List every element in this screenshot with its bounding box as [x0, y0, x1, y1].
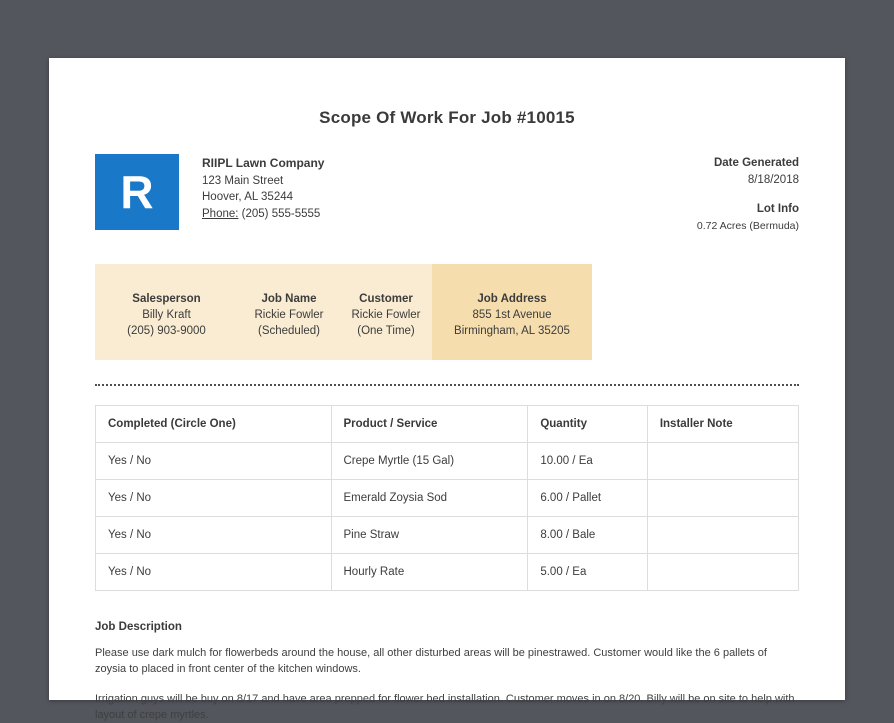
table-header-row: Completed (Circle One) Product / Service… [95, 405, 800, 443]
table-row: Yes / No Crepe Myrtle (15 Gal) 10.00 / E… [95, 442, 800, 480]
company-name: RIIPL Lawn Company [202, 156, 325, 170]
company-logo-letter: R [120, 166, 154, 218]
cell-installer-note [646, 442, 800, 480]
job-description-paragraph-1: Please use dark mulch for flowerbeds aro… [95, 647, 767, 675]
company-phone-line: Phone: (205) 555-5555 [202, 206, 324, 223]
summary-salesperson-label: Salesperson [132, 293, 201, 305]
summary-job-address-line1: 855 1st Avenue [472, 309, 552, 321]
header-product-service: Product / Service [330, 405, 529, 443]
job-description-heading: Job Description [95, 621, 182, 633]
cell-product: Emerald Zoysia Sod [330, 479, 529, 517]
summary-salesperson: Salesperson Billy Kraft (205) 903-9000 [95, 264, 238, 360]
company-address-line2: Hoover, AL 35244 [202, 191, 294, 203]
table-row: Yes / No Pine Straw 8.00 / Bale [95, 516, 800, 554]
cell-quantity: 10.00 / Ea [527, 442, 648, 480]
cell-installer-note [646, 516, 800, 554]
dotted-divider [95, 384, 799, 386]
date-generated-label: Date Generated [713, 157, 799, 169]
header-completed: Completed (Circle One) [95, 405, 332, 443]
document-page: Scope Of Work For Job #10015 R RIIPL Law… [49, 58, 845, 721]
table-row: Yes / No Emerald Zoysia Sod 6.00 / Palle… [95, 479, 800, 517]
company-logo: R [95, 154, 179, 230]
company-info: RIIPL Lawn Company 123 Main Street Hoove… [202, 154, 324, 234]
summary-job-address-line2: Birmingham, AL 35205 [454, 325, 570, 337]
cell-quantity: 8.00 / Bale [527, 516, 648, 554]
summary-customer-line1: Rickie Fowler [351, 309, 421, 321]
summary-salesperson-line1: Billy Kraft [142, 309, 191, 321]
cell-completed: Yes / No [95, 479, 332, 517]
cell-installer-note [646, 553, 800, 591]
lot-info-label: Lot Info [756, 203, 799, 215]
summary-job-name-line2: (Scheduled) [257, 325, 320, 337]
cell-product: Pine Straw [330, 516, 529, 554]
meta-spacer [697, 188, 799, 201]
lot-info-value: 0.72 Acres (Bermuda) [696, 219, 799, 232]
cell-product: Crepe Myrtle (15 Gal) [330, 442, 529, 480]
cell-quantity: 6.00 / Pallet [527, 479, 648, 517]
company-phone-label: Phone: [202, 207, 239, 220]
summary-customer: Customer Rickie Fowler (One Time) [340, 264, 432, 360]
cell-completed: Yes / No [95, 553, 332, 591]
summary-job-name-line1: Rickie Fowler [254, 309, 324, 321]
header-quantity: Quantity [527, 405, 648, 443]
job-description-paragraph-2: Irrigation guys will be buy on 8/17 and … [95, 693, 795, 721]
work-items-table: Completed (Circle One) Product / Service… [95, 405, 800, 591]
job-summary-band: Salesperson Billy Kraft (205) 903-9000 J… [95, 264, 799, 360]
document-header: R RIIPL Lawn Company 123 Main Street Hoo… [95, 154, 799, 234]
header-installer-note: Installer Note [646, 405, 800, 443]
summary-job-address: Job Address 855 1st Avenue Birmingham, A… [432, 264, 592, 360]
summary-job-address-label: Job Address [477, 293, 547, 305]
cell-completed: Yes / No [95, 516, 332, 554]
cell-product: Hourly Rate [330, 553, 529, 591]
table-row: Yes / No Hourly Rate 5.00 / Ea [95, 553, 800, 591]
summary-job-name-label: Job Name [261, 293, 317, 305]
page-title: Scope Of Work For Job #10015 [319, 108, 575, 127]
summary-job-name: Job Name Rickie Fowler (Scheduled) [238, 264, 340, 360]
date-generated-value: 8/18/2018 [747, 173, 799, 186]
company-block: R RIIPL Lawn Company 123 Main Street Hoo… [95, 154, 324, 234]
summary-customer-line2: (One Time) [357, 325, 415, 337]
company-phone-number: (205) 555-5555 [241, 207, 321, 220]
meta-block: Date Generated 8/18/2018 Lot Info 0.72 A… [697, 154, 799, 234]
company-address-line1: 123 Main Street [202, 174, 284, 187]
summary-customer-label: Customer [359, 293, 413, 305]
summary-salesperson-line2: (205) 903-9000 [127, 325, 206, 337]
cell-completed: Yes / No [95, 442, 332, 480]
cell-installer-note [646, 479, 800, 517]
cell-quantity: 5.00 / Ea [527, 553, 648, 591]
